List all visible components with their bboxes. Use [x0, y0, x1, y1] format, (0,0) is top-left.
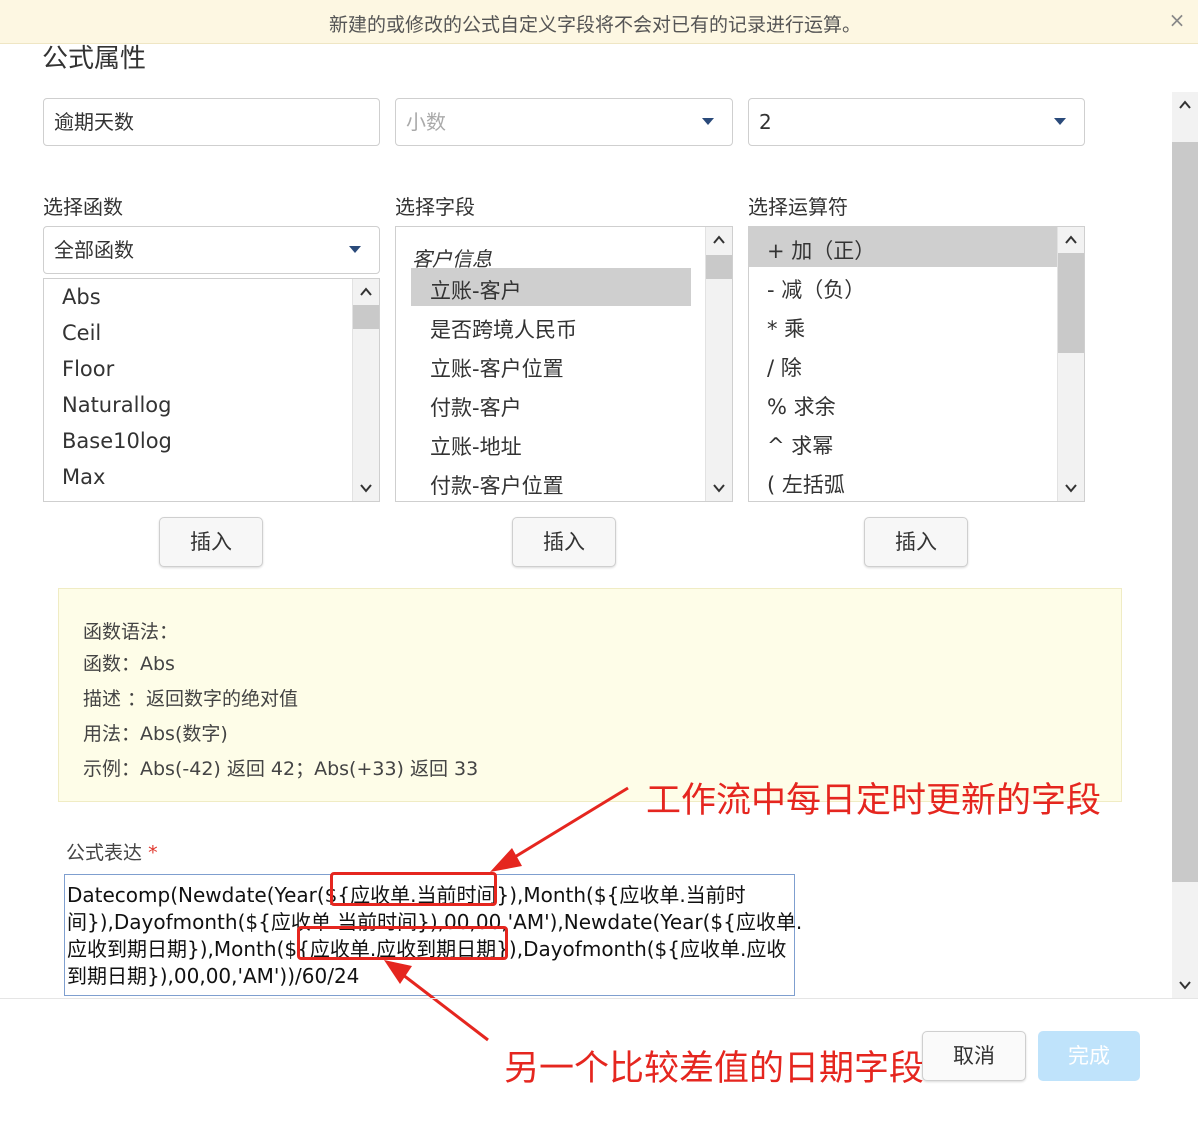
- scroll-up-icon[interactable]: [1178, 98, 1192, 112]
- footer-divider: [0, 998, 1198, 999]
- annotation-bottom: 另一个比较差值的日期字段: [504, 1049, 925, 1089]
- annotation-top: 工作流中每日定时更新的字段: [646, 781, 1102, 821]
- annotation-arrows: [384, 786, 629, 1042]
- done-button[interactable]: 完成: [1038, 1031, 1140, 1081]
- page-scrollbar[interactable]: [1172, 92, 1198, 998]
- arrow-line-bottom: [393, 966, 489, 1042]
- arrow-head-top: [490, 848, 522, 872]
- cancel-button[interactable]: 取消: [922, 1031, 1026, 1081]
- arrow-line-top: [499, 786, 629, 868]
- scroll-down-icon[interactable]: [1178, 978, 1192, 992]
- scroll-thumb[interactable]: [1172, 142, 1198, 882]
